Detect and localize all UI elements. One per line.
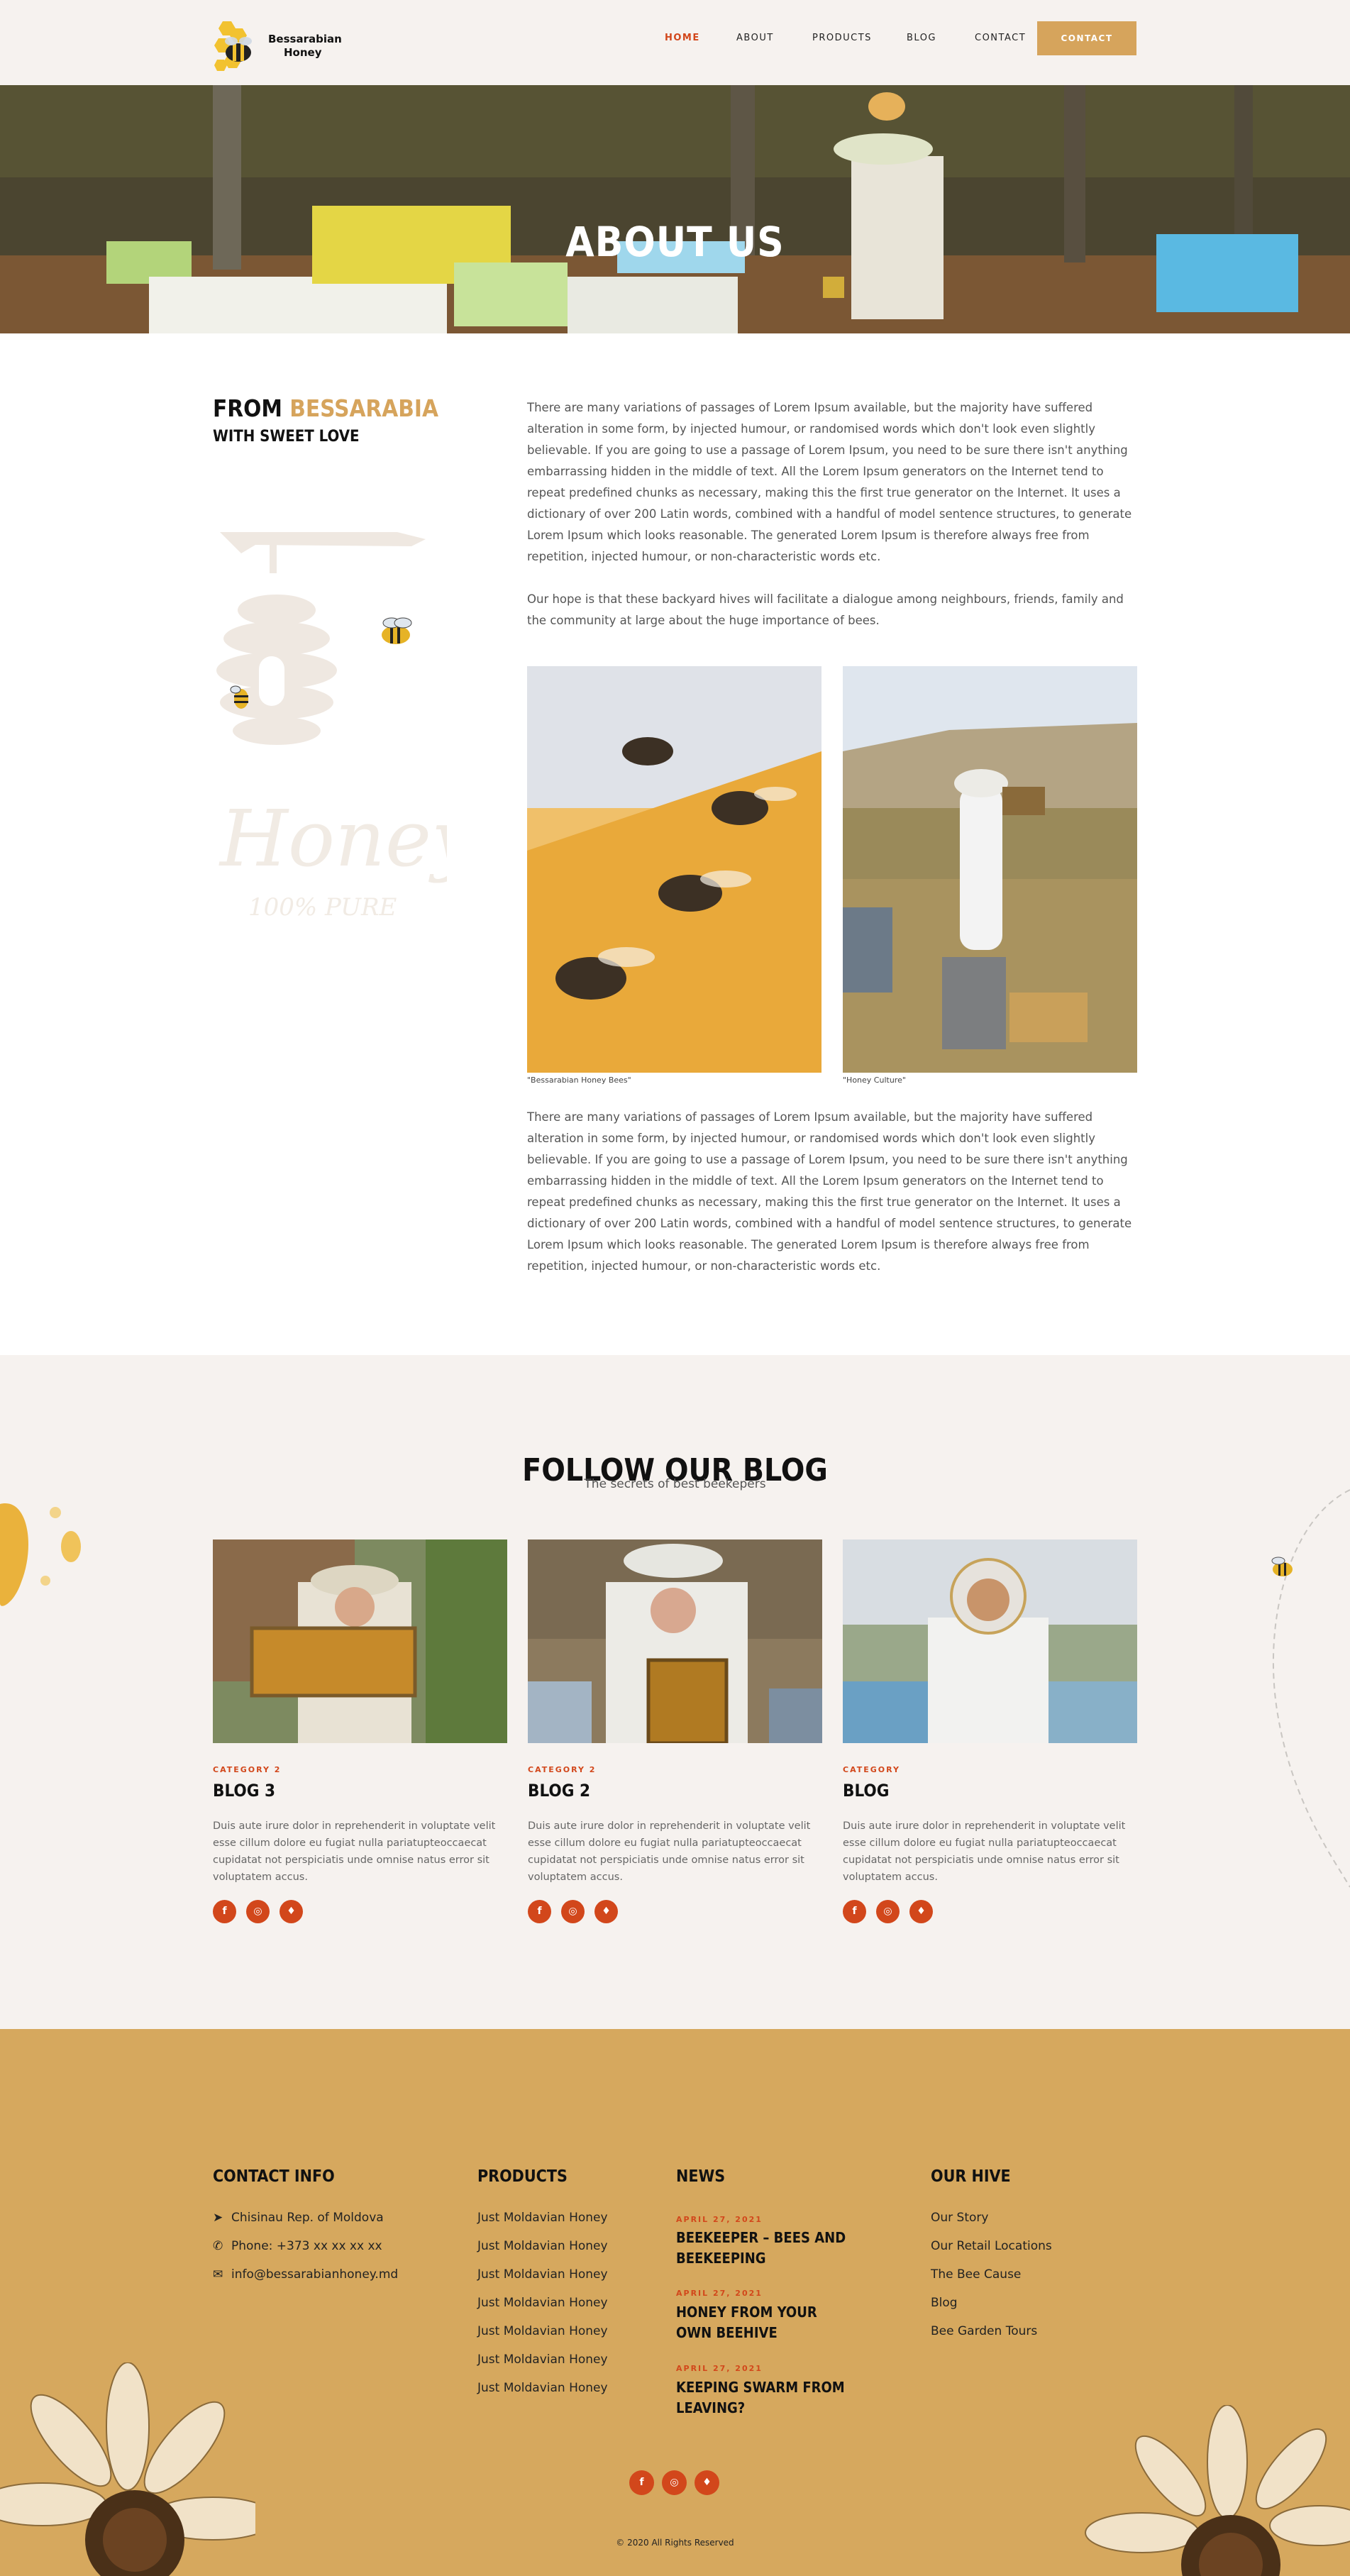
twitter-icon[interactable]: ♦ (280, 1900, 303, 1923)
news-title[interactable]: HONEY FROM YOUR OWN BEEHIVE (676, 2302, 853, 2343)
location-arrow-icon: ➤ (213, 2211, 223, 2225)
twitter-icon[interactable]: ♦ (909, 1900, 933, 1923)
footer-hive-link[interactable]: The Bee Cause (931, 2267, 1021, 2282)
blog-card-3[interactable]: CATEGORY BLOG Duis aute irure dolor in r… (843, 1539, 1137, 1923)
footer-social-links: f ◎ ♦ (629, 2470, 721, 2496)
blog-card-excerpt: Duis aute irure dolor in reprehenderit i… (843, 1820, 1126, 1883)
bees-on-comb-image (527, 666, 821, 1073)
blog-card-title[interactable]: BLOG (843, 1781, 889, 1801)
phone-text: Phone: +373 xx xx xx xx (231, 2239, 382, 2253)
page-title: ABOUT US (565, 217, 785, 266)
footer-product-link[interactable]: Just Moldavian Honey (477, 2353, 608, 2367)
beekeeper-field-image (843, 666, 1137, 1073)
footer-hive-link[interactable]: Our Story (931, 2211, 988, 2225)
bee-icon (1271, 1557, 1293, 1576)
site-header: Bessarabian Honey HOME ABOUT PRODUCTS BL… (0, 0, 1350, 85)
about-paragraph-1: There are many variations of passages of… (527, 401, 1132, 563)
blog-card-image[interactable] (528, 1539, 822, 1743)
facebook-icon[interactable]: f (843, 1900, 866, 1923)
blog-card-excerpt: Duis aute irure dolor in reprehenderit i… (528, 1820, 811, 1883)
nav-contact[interactable]: CONTACT (975, 21, 1026, 55)
pure-text: 100% PURE (248, 893, 397, 922)
footer-hive-link[interactable]: Blog (931, 2296, 958, 2310)
instagram-icon[interactable]: ◎ (246, 1900, 270, 1923)
news-title[interactable]: KEEPING SWARM FROM LEAVING? (676, 2377, 853, 2419)
about-heading: FROM BESSARABIA (213, 394, 438, 422)
blog-card-1[interactable]: CATEGORY 2 BLOG 3 Duis aute irure dolor … (213, 1539, 507, 1923)
smiling-beekeeper-image (843, 1539, 1137, 1743)
footer-product-link[interactable]: Just Moldavian Honey (477, 2324, 608, 2338)
bee-flight-path-decoration (1271, 1489, 1350, 1888)
footer-product-link[interactable]: Just Moldavian Honey (477, 2211, 608, 2225)
copyright-text: © 2020 All Rights Reserved (616, 2538, 734, 2548)
honey-hive-illustration: Honey 100% PURE (216, 532, 447, 922)
photo-caption-2: "Honey Culture" (843, 1076, 906, 1085)
facebook-icon[interactable]: f (528, 1900, 551, 1923)
footer-contact-heading: CONTACT INFO (213, 2167, 335, 2186)
sunflower-decoration-right (1085, 2405, 1350, 2576)
site-footer: CONTACT INFO ➤ Chisinau Rep. of Moldova ✆… (0, 2029, 1350, 2576)
honey-script-text: Honey (218, 793, 447, 884)
footer-address: ➤ Chisinau Rep. of Moldova (213, 2211, 384, 2225)
footer-hive-link[interactable]: Our Retail Locations (931, 2239, 1052, 2253)
footer-product-link[interactable]: Just Moldavian Honey (477, 2296, 608, 2310)
contact-cta-button[interactable]: CONTACT (1037, 21, 1136, 55)
blog-card-title[interactable]: BLOG 3 (213, 1781, 275, 1801)
instagram-icon[interactable]: ◎ (662, 2470, 687, 2495)
nav-products[interactable]: PRODUCTS (812, 21, 872, 55)
news-title[interactable]: BEEKEEPER – BEES AND BEEKEEPING (676, 2228, 853, 2269)
footer-hive-heading: OUR HIVE (931, 2167, 1011, 2186)
blog-subtitle: The secrets of best beekepers (584, 1477, 766, 1491)
mail-icon: ✉ (213, 2267, 223, 2282)
beehive-apiary-photo (0, 85, 1350, 333)
beekeeper-photo (843, 666, 1137, 1073)
blog-card-category[interactable]: CATEGORY (843, 1765, 900, 1774)
blog-card-2[interactable]: CATEGORY 2 BLOG 2 Duis aute irure dolor … (528, 1539, 822, 1923)
nav-about[interactable]: ABOUT (736, 21, 774, 55)
bee-icon (382, 617, 412, 644)
facebook-icon[interactable]: f (213, 1900, 236, 1923)
hero-banner: ABOUT US (0, 85, 1350, 333)
beekeeper-with-honeycomb-image (528, 1539, 822, 1743)
footer-phone[interactable]: ✆ Phone: +373 xx xx xx xx (213, 2239, 382, 2253)
about-heading-block: FROM BESSARABIA WITH SWEET LOVE (213, 394, 438, 446)
footer-product-link[interactable]: Just Moldavian Honey (477, 2239, 608, 2253)
instagram-icon[interactable]: ◎ (561, 1900, 585, 1923)
blog-card-image[interactable] (213, 1539, 507, 1743)
photo-caption-1: "Bessarabian Honey Bees" (527, 1076, 631, 1085)
instagram-icon[interactable]: ◎ (876, 1900, 900, 1923)
blog-card-category[interactable]: CATEGORY 2 (528, 1765, 596, 1774)
blog-card-image[interactable] (843, 1539, 1137, 1743)
twitter-icon[interactable]: ♦ (594, 1900, 618, 1923)
footer-products-heading: PRODUCTS (477, 2167, 568, 2186)
facebook-icon[interactable]: f (629, 2470, 654, 2495)
address-text: Chisinau Rep. of Moldova (231, 2211, 384, 2225)
about-subheading: WITH SWEET LOVE (213, 428, 360, 446)
footer-product-link[interactable]: Just Moldavian Honey (477, 2267, 608, 2282)
blog-section: FOLLOW OUR BLOG The secrets of best beek… (0, 1355, 1350, 2029)
footer-email[interactable]: ✉ info@bessarabianhoney.md (213, 2267, 398, 2282)
news-date: APRIL 27, 2021 (676, 2215, 763, 2224)
about-paragraph-2: Our hope is that these backyard hives wi… (527, 592, 1124, 627)
beekeeper-holding-frame-image (213, 1539, 507, 1743)
news-date: APRIL 27, 2021 (676, 2289, 763, 2298)
footer-product-link[interactable]: Just Moldavian Honey (477, 2381, 608, 2395)
nav-home[interactable]: HOME (665, 21, 700, 55)
about-heading-prefix: FROM (213, 394, 290, 422)
nav-blog[interactable]: BLOG (907, 21, 936, 55)
phone-icon: ✆ (213, 2239, 223, 2253)
footer-news-heading: NEWS (676, 2167, 726, 2186)
email-text: info@bessarabianhoney.md (231, 2267, 399, 2282)
blog-card-category[interactable]: CATEGORY 2 (213, 1765, 281, 1774)
bees-photo (527, 666, 821, 1073)
twitter-icon[interactable]: ♦ (695, 2470, 719, 2495)
news-date: APRIL 27, 2021 (676, 2364, 763, 2373)
about-heading-accent: BESSARABIA (289, 394, 438, 422)
blog-card-title[interactable]: BLOG 2 (528, 1781, 590, 1801)
about-paragraph-3: There are many variations of passages of… (527, 1110, 1132, 1273)
footer-hive-link[interactable]: Bee Garden Tours (931, 2324, 1037, 2338)
main-nav: HOME ABOUT PRODUCTS BLOG CONTACT CONTACT (0, 21, 1350, 55)
blog-card-excerpt: Duis aute irure dolor in reprehenderit i… (213, 1820, 496, 1883)
